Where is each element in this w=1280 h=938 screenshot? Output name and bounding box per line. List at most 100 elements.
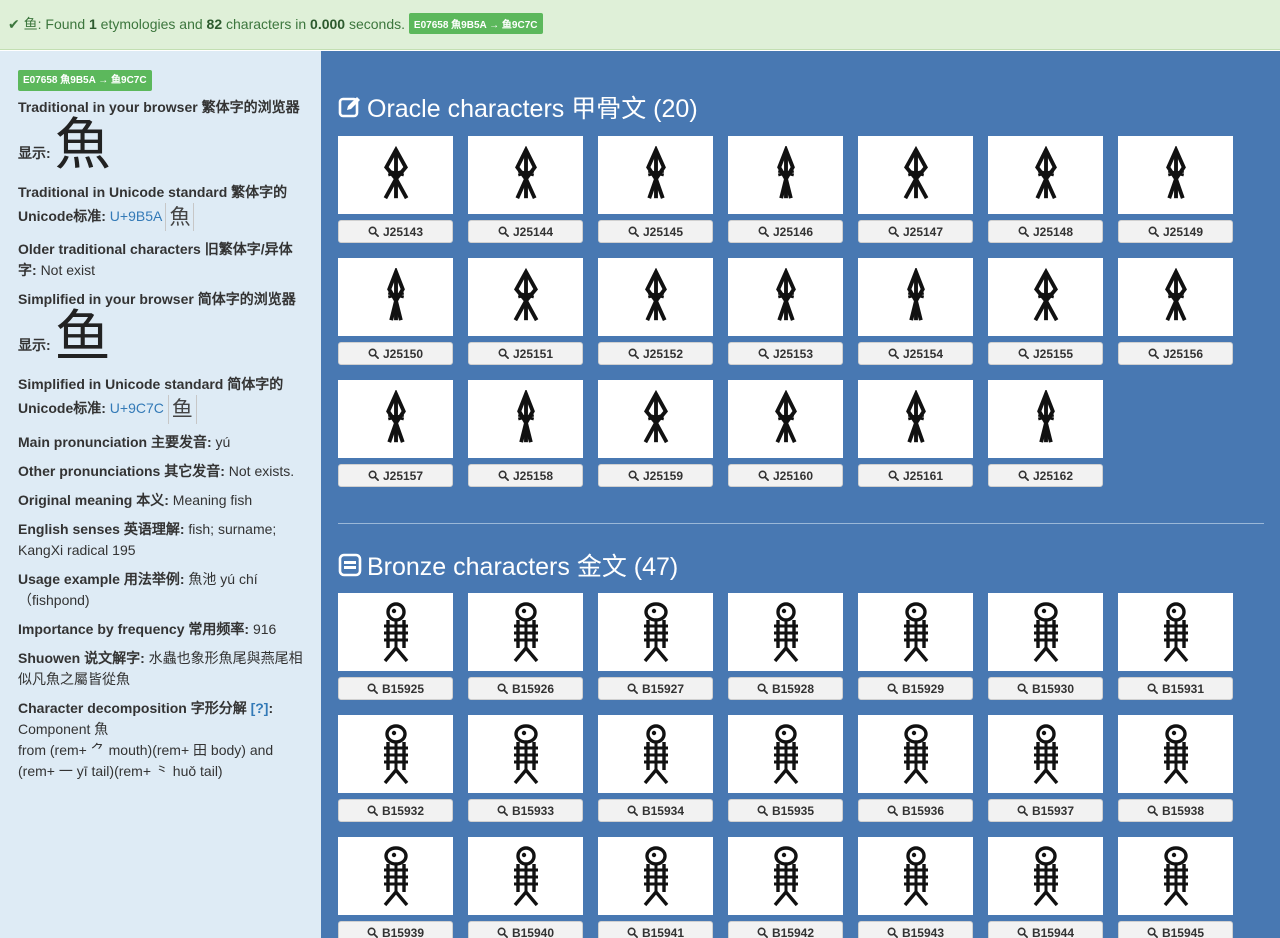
character-lookup-button[interactable]: B15926: [468, 677, 583, 700]
character-lookup-button[interactable]: J25158: [468, 464, 583, 487]
character-image[interactable]: [858, 715, 973, 793]
character-lookup-button[interactable]: B15938: [1118, 799, 1233, 822]
character-card[interactable]: J25157: [338, 380, 453, 487]
character-card[interactable]: J25144: [468, 136, 583, 243]
character-lookup-button[interactable]: J25150: [338, 342, 453, 365]
character-card[interactable]: B15926: [468, 593, 583, 700]
character-lookup-button[interactable]: J25157: [338, 464, 453, 487]
character-card[interactable]: J25146: [728, 136, 843, 243]
character-lookup-button[interactable]: B15940: [468, 921, 583, 938]
character-image[interactable]: [988, 837, 1103, 915]
character-image[interactable]: [338, 837, 453, 915]
character-image[interactable]: [338, 715, 453, 793]
character-image[interactable]: [598, 593, 713, 671]
etymology-tag[interactable]: E07658 魚9B5A → 鱼9C7C: [408, 13, 543, 34]
character-lookup-button[interactable]: J25154: [858, 342, 973, 365]
character-card[interactable]: B15930: [988, 593, 1103, 700]
character-lookup-button[interactable]: B15935: [728, 799, 843, 822]
character-lookup-button[interactable]: B15939: [338, 921, 453, 938]
character-lookup-button[interactable]: J25143: [338, 220, 453, 243]
character-card[interactable]: J25148: [988, 136, 1103, 243]
etymology-tag[interactable]: E07658 魚9B5A → 鱼9C7C: [18, 70, 152, 91]
character-card[interactable]: B15933: [468, 715, 583, 822]
character-lookup-button[interactable]: B15932: [338, 799, 453, 822]
character-image[interactable]: [598, 380, 713, 458]
character-card[interactable]: J25158: [468, 380, 583, 487]
character-lookup-button[interactable]: B15943: [858, 921, 973, 938]
character-card[interactable]: J25145: [598, 136, 713, 243]
character-lookup-button[interactable]: J25144: [468, 220, 583, 243]
character-card[interactable]: B15927: [598, 593, 713, 700]
character-card[interactable]: B15937: [988, 715, 1103, 822]
character-lookup-button[interactable]: J25151: [468, 342, 583, 365]
character-card[interactable]: B15941: [598, 837, 713, 938]
character-image[interactable]: [1118, 136, 1233, 214]
character-lookup-button[interactable]: J25155: [988, 342, 1103, 365]
character-lookup-button[interactable]: B15941: [598, 921, 713, 938]
character-card[interactable]: J25155: [988, 258, 1103, 365]
character-image[interactable]: [468, 715, 583, 793]
character-card[interactable]: B15929: [858, 593, 973, 700]
character-card[interactable]: B15936: [858, 715, 973, 822]
character-image[interactable]: [858, 258, 973, 336]
character-image[interactable]: [988, 593, 1103, 671]
character-lookup-button[interactable]: J25156: [1118, 342, 1233, 365]
character-image[interactable]: [598, 136, 713, 214]
character-image[interactable]: [728, 136, 843, 214]
character-card[interactable]: J25152: [598, 258, 713, 365]
character-lookup-button[interactable]: J25161: [858, 464, 973, 487]
character-card[interactable]: J25153: [728, 258, 843, 365]
character-image[interactable]: [338, 136, 453, 214]
character-lookup-button[interactable]: J25159: [598, 464, 713, 487]
character-card[interactable]: B15945: [1118, 837, 1233, 938]
character-image[interactable]: [468, 136, 583, 214]
character-image[interactable]: [988, 136, 1103, 214]
character-lookup-button[interactable]: B15934: [598, 799, 713, 822]
character-lookup-button[interactable]: B15931: [1118, 677, 1233, 700]
character-lookup-button[interactable]: J25145: [598, 220, 713, 243]
character-card[interactable]: J25147: [858, 136, 973, 243]
character-card[interactable]: B15942: [728, 837, 843, 938]
character-lookup-button[interactable]: J25152: [598, 342, 713, 365]
character-image[interactable]: [468, 837, 583, 915]
character-lookup-button[interactable]: B15945: [1118, 921, 1233, 938]
character-card[interactable]: B15925: [338, 593, 453, 700]
character-image[interactable]: [338, 593, 453, 671]
character-lookup-button[interactable]: B15929: [858, 677, 973, 700]
character-image[interactable]: [338, 258, 453, 336]
character-image[interactable]: [988, 380, 1103, 458]
character-image[interactable]: [858, 593, 973, 671]
character-image[interactable]: [728, 715, 843, 793]
character-card[interactable]: B15940: [468, 837, 583, 938]
character-card[interactable]: B15944: [988, 837, 1103, 938]
character-lookup-button[interactable]: B15930: [988, 677, 1103, 700]
character-image[interactable]: [728, 837, 843, 915]
character-lookup-button[interactable]: B15928: [728, 677, 843, 700]
character-image[interactable]: [598, 837, 713, 915]
character-lookup-button[interactable]: B15936: [858, 799, 973, 822]
decomposition-help-link[interactable]: [?]: [251, 700, 269, 716]
character-lookup-button[interactable]: J25148: [988, 220, 1103, 243]
character-card[interactable]: J25160: [728, 380, 843, 487]
character-card[interactable]: J25151: [468, 258, 583, 365]
character-card[interactable]: J25162: [988, 380, 1103, 487]
character-card[interactable]: B15934: [598, 715, 713, 822]
character-image[interactable]: [598, 258, 713, 336]
character-lookup-button[interactable]: B15944: [988, 921, 1103, 938]
character-image[interactable]: [858, 837, 973, 915]
character-image[interactable]: [728, 380, 843, 458]
character-card[interactable]: J25156: [1118, 258, 1233, 365]
character-image[interactable]: [468, 380, 583, 458]
character-card[interactable]: J25149: [1118, 136, 1233, 243]
character-card[interactable]: J25154: [858, 258, 973, 365]
character-lookup-button[interactable]: J25153: [728, 342, 843, 365]
character-card[interactable]: J25150: [338, 258, 453, 365]
character-image[interactable]: [468, 593, 583, 671]
character-card[interactable]: B15935: [728, 715, 843, 822]
character-lookup-button[interactable]: B15933: [468, 799, 583, 822]
character-image[interactable]: [988, 258, 1103, 336]
character-image[interactable]: [1118, 258, 1233, 336]
character-card[interactable]: B15939: [338, 837, 453, 938]
character-card[interactable]: B15943: [858, 837, 973, 938]
character-image[interactable]: [858, 136, 973, 214]
